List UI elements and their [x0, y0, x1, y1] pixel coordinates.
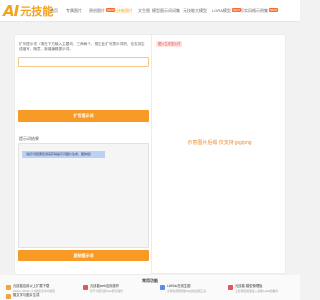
input-tip: 扩写提示词（请在下方输入主题词，三两两个、想正此扩写提示词吧、也支持生成缩写、随… — [19, 42, 145, 51]
expand-prompt-button[interactable]: 扩写提示词 — [18, 110, 149, 122]
preview-placeholder: 示意图片后缀 仅支持 jpg/png — [187, 140, 252, 146]
topic-input[interactable] — [18, 57, 149, 67]
new-badge: NEW — [269, 8, 278, 12]
nav-item-skill-model[interactable]: 元技能大模型 — [183, 8, 207, 13]
feature-name: 融文字与图片生成 — [13, 293, 40, 297]
feature-desc: 上新特定模型接入多数LoRa的推荐 — [235, 289, 279, 293]
feature-name: 元技能web应用操作 — [90, 284, 120, 288]
feature-desc: 基于大研究和web结行操作 — [90, 289, 124, 293]
site-logo[interactable]: AI 元技能 — [3, 1, 53, 21]
nav-item-realistic-examples[interactable]: 写实风格示例集 NEW — [240, 8, 278, 13]
text-icon — [6, 294, 11, 299]
copy-prompt-button[interactable]: 复制提示词 — [18, 250, 149, 261]
feature-name: LibShu在线生图 — [167, 284, 191, 288]
nav-item-exclusive-images[interactable]: 专属图片 — [66, 8, 82, 13]
nav-item-skill-images[interactable]: 元技能图片 — [113, 8, 133, 13]
nav-item-original-images[interactable]: 原创图片 NEW — [89, 8, 115, 13]
nav-item-home[interactable]: 首页 — [50, 8, 58, 13]
feature-name: 元技能应用以上扩展下载 — [13, 284, 50, 288]
image-preview-area[interactable]: 示意图片后缀 仅支持 jpg/png — [156, 50, 283, 268]
feature-name: 元技能-模型管理板 — [235, 284, 263, 288]
common-functions: 常用功能 元技能应用以上扩展下载 Flutter_SD3C_5.0蕾唐某中大模型… — [0, 275, 300, 300]
nav-item-lora-model[interactable]: LORA模型 NEW — [212, 8, 241, 13]
pen-icon — [160, 285, 165, 290]
feature-card[interactable]: 元技能web应用操作 基于大研究和web结行操作 — [83, 284, 153, 300]
model-icon — [228, 285, 233, 290]
feature-card[interactable]: 融文字与图片生成 — [6, 293, 76, 300]
nav-item-text-to-image[interactable]: 文生图 — [138, 8, 150, 13]
nav-item-prompt-library[interactable]: 模型图示词词集 — [152, 8, 180, 13]
logo-mark: AI — [3, 2, 19, 20]
feature-desc: 全网免费即用的AI在线生图工具 — [167, 289, 207, 293]
preview-tag: 图片生成提示词 — [156, 41, 183, 47]
logo-text: 元技能 — [20, 6, 54, 18]
image-preview-panel: 图片生成提示词 示意图片后缀 仅支持 jpg/png — [151, 34, 286, 274]
prompt-expand-panel: 扩写提示词（请在下方输入主题词，三两两个、想正此扩写提示词吧、也支持生成缩写、随… — [14, 34, 153, 275]
chat-icon — [6, 285, 11, 290]
top-header: AI 元技能 首页 专属图片 原创图片 NEW 元技能图片 文生图 模型图示词词集… — [0, 0, 300, 22]
feature-card[interactable]: LibShu在线生图 全网免费即用的AI在线生图工具 — [160, 284, 230, 300]
result-textarea[interactable] — [18, 143, 149, 248]
feature-card[interactable]: 元技能-模型管理板 上新特定模型接入多数LoRa的推荐 — [228, 284, 298, 300]
result-label: 提示词结果 — [19, 136, 39, 141]
result-highlight-text: （提示词结果区用来获得提示词图片生成、图体组） — [22, 151, 105, 158]
image-icon — [83, 285, 88, 290]
